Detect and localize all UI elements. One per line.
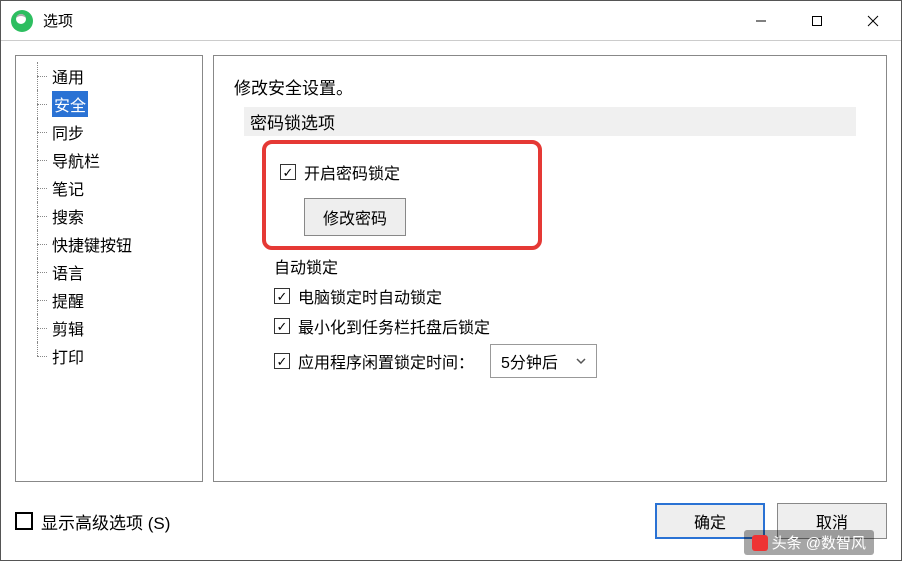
checkbox-label: 应用程序闲置锁定时间： [298, 349, 474, 373]
sidebar-item-language[interactable]: 语言 [16, 258, 202, 286]
panel-heading: 修改安全设置。 [234, 74, 866, 99]
sidebar-item-navbar[interactable]: 导航栏 [16, 146, 202, 174]
checkbox-idle-lock[interactable]: 应用程序闲置锁定时间： 5分钟后 [274, 344, 866, 378]
sidebar: 通用 安全 同步 导航栏 笔记 搜索 快捷键按钮 语言 提醒 剪辑 打印 [15, 55, 203, 482]
checkbox-icon [15, 512, 33, 530]
close-button[interactable] [845, 1, 901, 40]
checkbox-lock-on-minimize[interactable]: 最小化到任务栏托盘后锁定 [274, 314, 866, 338]
app-icon [11, 10, 33, 32]
select-value: 5分钟后 [501, 349, 558, 373]
watermark-text: 头条 @数智风 [772, 532, 866, 553]
auto-lock-heading: 自动锁定 [274, 254, 866, 278]
content-area: 通用 安全 同步 导航栏 笔记 搜索 快捷键按钮 语言 提醒 剪辑 打印 修改安… [1, 41, 901, 496]
sidebar-item-reminders[interactable]: 提醒 [16, 286, 202, 314]
checkbox-icon [274, 318, 290, 334]
sidebar-item-shortcuts[interactable]: 快捷键按钮 [16, 230, 202, 258]
sidebar-item-security[interactable]: 安全 [16, 90, 202, 118]
sidebar-item-notes[interactable]: 笔记 [16, 174, 202, 202]
checkbox-show-advanced[interactable]: 显示高级选项 (S) [15, 509, 170, 534]
maximize-button[interactable] [789, 1, 845, 40]
watermark-icon [752, 535, 768, 551]
checkbox-icon [274, 353, 290, 369]
highlight-box: 开启密码锁定 修改密码 [262, 140, 542, 250]
checkbox-enable-lock[interactable]: 开启密码锁定 [280, 160, 524, 184]
sidebar-item-print[interactable]: 打印 [16, 342, 202, 370]
idle-lock-select[interactable]: 5分钟后 [490, 344, 597, 378]
sidebar-item-clipping[interactable]: 剪辑 [16, 314, 202, 342]
sidebar-item-search[interactable]: 搜索 [16, 202, 202, 230]
checkbox-lock-on-pc-lock[interactable]: 电脑锁定时自动锁定 [274, 284, 866, 308]
window-controls [733, 1, 901, 40]
chevron-down-icon [576, 356, 586, 366]
options-window: 选项 通用 安全 同步 导航栏 笔记 搜索 快捷键按钮 语言 提醒 剪辑 打印 … [0, 0, 902, 561]
checkbox-icon [274, 288, 290, 304]
section-label-password: 密码锁选项 [244, 107, 856, 136]
sidebar-item-general[interactable]: 通用 [16, 62, 202, 90]
minimize-button[interactable] [733, 1, 789, 40]
window-title: 选项 [43, 10, 73, 31]
checkbox-label: 最小化到任务栏托盘后锁定 [298, 314, 490, 338]
checkbox-label: 开启密码锁定 [304, 160, 400, 184]
sidebar-item-sync[interactable]: 同步 [16, 118, 202, 146]
checkbox-label: 显示高级选项 (S) [41, 509, 170, 534]
checkbox-icon [280, 164, 296, 180]
change-password-button[interactable]: 修改密码 [304, 198, 406, 236]
titlebar: 选项 [1, 1, 901, 41]
watermark: 头条 @数智风 [744, 530, 874, 555]
settings-panel: 修改安全设置。 密码锁选项 开启密码锁定 修改密码 自动锁定 电脑锁定时自动锁定… [213, 55, 887, 482]
checkbox-label: 电脑锁定时自动锁定 [298, 284, 442, 308]
